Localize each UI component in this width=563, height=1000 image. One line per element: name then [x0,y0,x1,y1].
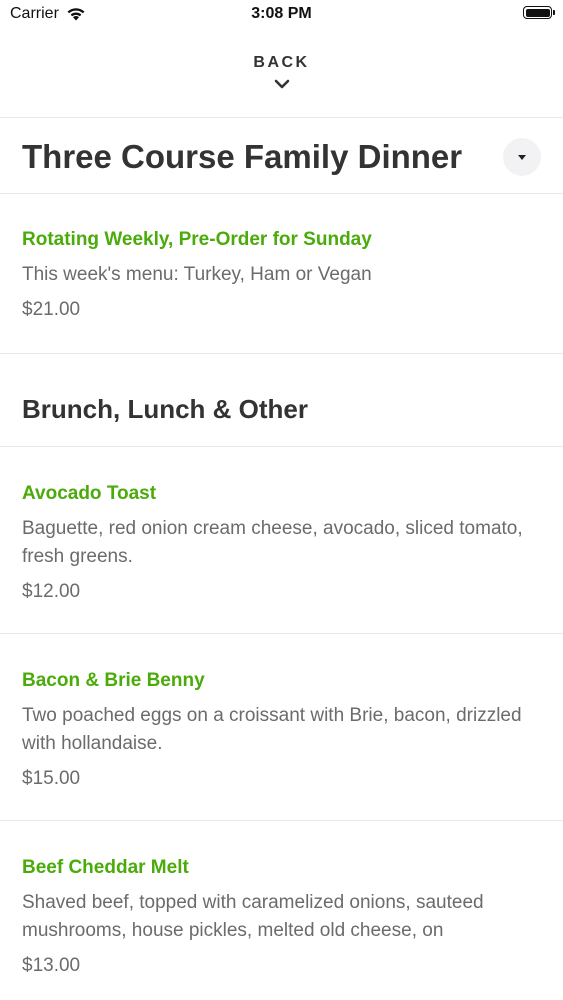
section-title: Three Course Family Dinner [22,138,463,175]
item-name: Rotating Weekly, Pre-Order for Sunday [22,229,372,250]
menu-item-avocado-toast[interactable]: Avocado Toast Baguette, red onion cream … [0,447,563,634]
item-description: Baguette, red onion cream cheese, avocad… [22,518,523,567]
battery-icon [523,6,555,19]
item-description: Shaved beef, topped with caramelized oni… [22,892,484,941]
item-price: $15.00 [22,768,81,789]
item-price: $13.00 [22,955,81,976]
caret-down-icon [517,148,527,166]
section-header-brunch: Brunch, Lunch & Other [0,354,563,447]
item-description: This week's menu: Turkey, Ham or Vegan [22,264,372,285]
section-title: Brunch, Lunch & Other [22,394,308,424]
item-name: Avocado Toast [22,483,157,504]
menu-item-beef-cheddar-melt[interactable]: Beef Cheddar Melt Shaved beef, topped wi… [0,821,563,1000]
item-description: Two poached eggs on a croissant with Bri… [22,705,522,754]
menu-item-rotating-weekly[interactable]: Rotating Weekly, Pre-Order for Sunday Th… [0,194,563,354]
status-time: 3:08 PM [251,5,312,22]
section-header-family-dinner: Three Course Family Dinner [0,118,563,194]
item-name: Beef Cheddar Melt [22,857,189,878]
back-button[interactable]: BACK [0,30,563,118]
item-price: $21.00 [22,299,81,320]
status-bar: Carrier 3:08 PM [0,0,563,30]
chevron-down-icon [274,76,290,94]
item-price: $12.00 [22,581,81,602]
section-toggle-button[interactable] [503,138,541,176]
item-name: Bacon & Brie Benny [22,670,205,691]
back-label: BACK [253,54,310,71]
menu-item-bacon-brie-benny[interactable]: Bacon & Brie Benny Two poached eggs on a… [0,634,563,821]
